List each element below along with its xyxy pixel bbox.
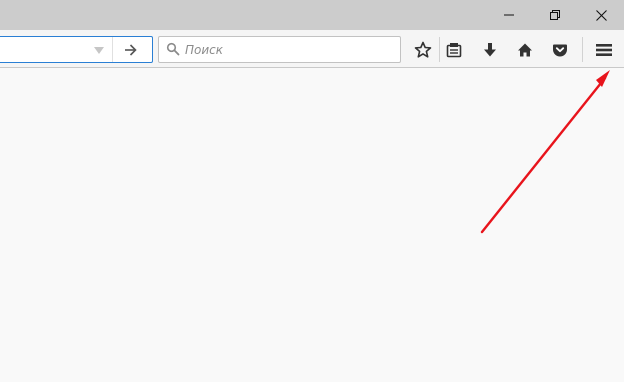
- bookmark-button[interactable]: [410, 37, 436, 63]
- downloads-button[interactable]: [477, 37, 503, 63]
- star-bookmark-icon: [414, 41, 432, 58]
- restore-icon: [550, 10, 560, 20]
- url-bar[interactable]: [0, 36, 153, 63]
- home-button[interactable]: [512, 37, 538, 63]
- page-content-area[interactable]: [0, 69, 624, 382]
- open-menu-button[interactable]: [591, 37, 617, 63]
- home-icon: [518, 43, 532, 57]
- dropdown-triangle-icon: [94, 46, 104, 54]
- navigation-toolbar: [0, 30, 624, 68]
- close-icon: [595, 9, 607, 21]
- close-button[interactable]: [578, 0, 624, 30]
- arrow-right-icon: [124, 43, 137, 56]
- reading-list-button[interactable]: [441, 37, 467, 63]
- restore-button[interactable]: [532, 0, 578, 30]
- pocket-icon: [553, 44, 567, 57]
- minimize-icon: [504, 14, 514, 16]
- url-history-dropdown[interactable]: [92, 43, 106, 57]
- browser-window: [0, 0, 624, 382]
- pocket-button[interactable]: [547, 37, 573, 63]
- hamburger-menu-icon: [596, 44, 612, 56]
- magnifier-icon: [166, 42, 180, 56]
- go-button[interactable]: [112, 37, 147, 62]
- title-bar: [0, 0, 624, 30]
- toolbar-separator: [582, 37, 583, 62]
- minimize-button[interactable]: [486, 0, 532, 30]
- search-bar[interactable]: [158, 36, 401, 63]
- download-icon: [484, 43, 496, 57]
- search-input[interactable]: [185, 37, 395, 62]
- toolbar-separator: [439, 37, 440, 62]
- reading-list-icon: [446, 43, 462, 58]
